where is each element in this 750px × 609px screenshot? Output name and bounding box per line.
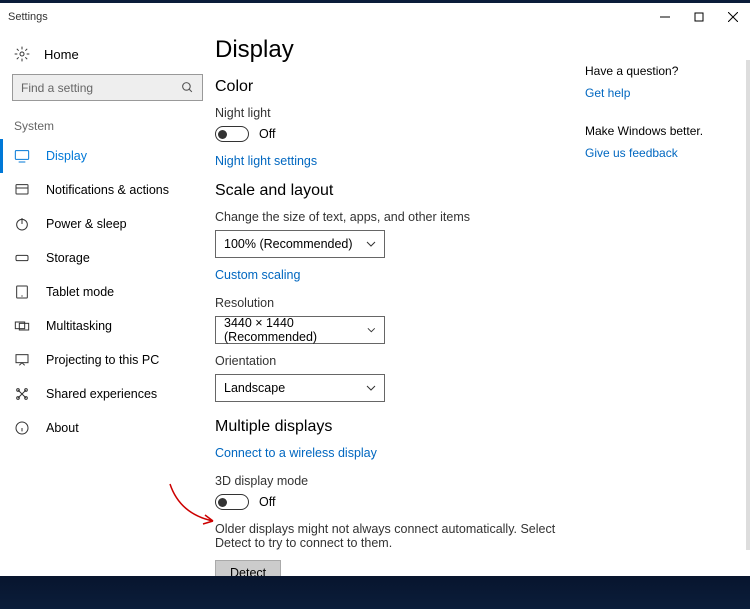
resolution-select[interactable]: 3440 × 1440 (Recommended) (215, 316, 385, 344)
sidebar-item-label: Multitasking (46, 319, 112, 333)
orientation-label: Orientation (215, 354, 565, 368)
main-content: Display Color Night light Off Night ligh… (215, 30, 750, 576)
sidebar-item-power[interactable]: Power & sleep (0, 207, 215, 241)
sidebar-item-label: Projecting to this PC (46, 353, 159, 367)
scale-select[interactable]: 100% (Recommended) (215, 230, 385, 258)
sidebar-item-label: Power & sleep (46, 217, 127, 231)
scale-label: Change the size of text, apps, and other… (215, 210, 565, 224)
search-icon (181, 81, 194, 94)
sidebar-item-shared[interactable]: Shared experiences (0, 377, 215, 411)
night-light-settings-link[interactable]: Night light settings (215, 154, 565, 168)
right-pane: Have a question? Get help Make Windows b… (585, 36, 740, 576)
resolution-value: 3440 × 1440 (Recommended) (224, 316, 367, 344)
close-button[interactable] (716, 3, 750, 30)
home-button[interactable]: Home (0, 38, 215, 70)
projecting-icon (14, 352, 30, 368)
sidebar-item-label: Notifications & actions (46, 183, 169, 197)
home-label: Home (44, 47, 79, 62)
sidebar-item-label: Display (46, 149, 87, 163)
feedback-heading: Make Windows better. (585, 124, 740, 138)
taskbar (0, 576, 750, 609)
sidebar-item-display[interactable]: Display (0, 139, 215, 173)
titlebar-controls (648, 3, 750, 30)
chevron-down-icon (366, 383, 376, 393)
night-light-label: Night light (215, 106, 565, 120)
search-input[interactable]: Find a setting (12, 74, 203, 101)
sidebar-item-tablet[interactable]: Tablet mode (0, 275, 215, 309)
feedback-link[interactable]: Give us feedback (585, 146, 740, 160)
info-icon (14, 420, 30, 436)
wireless-display-link[interactable]: Connect to a wireless display (215, 446, 565, 460)
section-label: System (0, 111, 215, 139)
sidebar: Home Find a setting System Display Notif… (0, 30, 215, 576)
multiple-heading: Multiple displays (215, 418, 565, 436)
monitor-icon (14, 148, 30, 164)
threed-label: 3D display mode (215, 474, 565, 488)
notifications-icon (14, 182, 30, 198)
tablet-icon (14, 284, 30, 300)
get-help-link[interactable]: Get help (585, 86, 740, 100)
sidebar-item-multitasking[interactable]: Multitasking (0, 309, 215, 343)
night-light-toggle[interactable] (215, 126, 249, 142)
question-heading: Have a question? (585, 64, 740, 78)
sidebar-item-storage[interactable]: Storage (0, 241, 215, 275)
chevron-down-icon (366, 239, 376, 249)
orientation-select[interactable]: Landscape (215, 374, 385, 402)
custom-scaling-link[interactable]: Custom scaling (215, 268, 565, 282)
power-icon (14, 216, 30, 232)
scale-value: 100% (Recommended) (224, 237, 353, 251)
sidebar-item-label: About (46, 421, 79, 435)
orientation-value: Landscape (224, 381, 285, 395)
gear-icon (14, 46, 30, 62)
minimize-button[interactable] (648, 3, 682, 30)
sidebar-item-notifications[interactable]: Notifications & actions (0, 173, 215, 207)
threed-state: Off (259, 495, 275, 509)
scrollbar[interactable] (746, 60, 750, 550)
scale-heading: Scale and layout (215, 182, 565, 200)
night-light-state: Off (259, 127, 275, 141)
chevron-down-icon (367, 325, 376, 335)
settings-window: Settings Home Find a setting System Disp… (0, 0, 750, 576)
multitasking-icon (14, 318, 30, 334)
detect-text: Older displays might not always connect … (215, 522, 565, 550)
resolution-label: Resolution (215, 296, 565, 310)
threed-toggle[interactable] (215, 494, 249, 510)
sidebar-item-about[interactable]: About (0, 411, 215, 445)
detect-button[interactable]: Detect (215, 560, 281, 576)
window-title: Settings (8, 11, 48, 23)
sidebar-item-label: Tablet mode (46, 285, 114, 299)
search-placeholder: Find a setting (21, 81, 93, 95)
titlebar: Settings (0, 3, 750, 30)
maximize-button[interactable] (682, 3, 716, 30)
page-title: Display (215, 36, 565, 64)
storage-icon (14, 250, 30, 266)
shared-icon (14, 386, 30, 402)
sidebar-item-label: Shared experiences (46, 387, 157, 401)
sidebar-item-label: Storage (46, 251, 90, 265)
color-heading: Color (215, 78, 565, 96)
sidebar-item-projecting[interactable]: Projecting to this PC (0, 343, 215, 377)
